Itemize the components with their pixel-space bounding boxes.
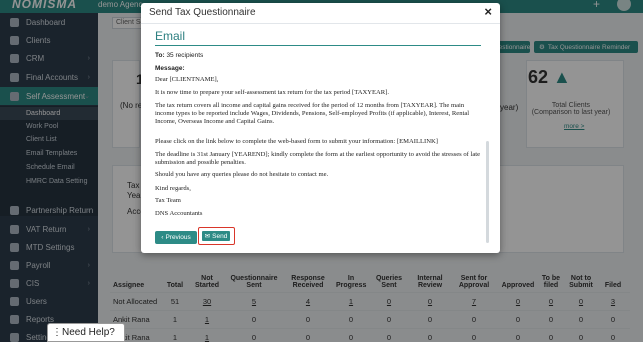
send-highlight: ✉ Send xyxy=(198,227,235,245)
message-paragraph: Kind regards, xyxy=(155,185,191,192)
need-help-button[interactable]: ⋮Need Help? xyxy=(47,323,125,342)
divider xyxy=(141,23,500,24)
recipients-line: To: 35 recipients xyxy=(155,52,204,59)
section-divider xyxy=(155,45,481,46)
message-label: Message: xyxy=(155,65,185,72)
message-paragraph: Please click on the link below to comple… xyxy=(155,138,438,145)
send-button[interactable]: ✉ Send xyxy=(202,231,230,241)
message-paragraph: It is now time to prepare your self-asse… xyxy=(155,89,390,96)
dialog-title: Send Tax Questionnaire xyxy=(149,7,256,18)
message-body[interactable]: Dear [CLIENTNAME], It is now time to pre… xyxy=(155,76,481,246)
message-paragraph: DNS Accountants xyxy=(155,210,203,217)
message-paragraph: The tax return covers all income and cap… xyxy=(155,102,470,126)
message-paragraph: Tax Team xyxy=(155,197,181,204)
envelope-icon: ✉ xyxy=(204,233,211,240)
message-paragraph: Should you have any queries please do no… xyxy=(155,171,329,178)
message-scrollbar[interactable] xyxy=(486,141,489,243)
more-icon: ⋮ xyxy=(52,327,62,338)
message-paragraph: The deadline is 31st January [YEAREND]; … xyxy=(155,151,481,167)
dialog-body: Email To: 35 recipients Message: Dear [C… xyxy=(155,27,491,247)
recipients-count: 35 recipients xyxy=(166,52,204,59)
send-tax-questionnaire-dialog: Send Tax Questionnaire × Email To: 35 re… xyxy=(141,3,500,253)
chevron-left-icon: ‹ xyxy=(161,234,164,241)
close-icon[interactable]: × xyxy=(484,4,492,19)
previous-button[interactable]: ‹ Previous xyxy=(155,231,197,244)
message-paragraph: Dear [CLIENTNAME], xyxy=(155,76,219,83)
section-title: Email xyxy=(155,29,186,43)
